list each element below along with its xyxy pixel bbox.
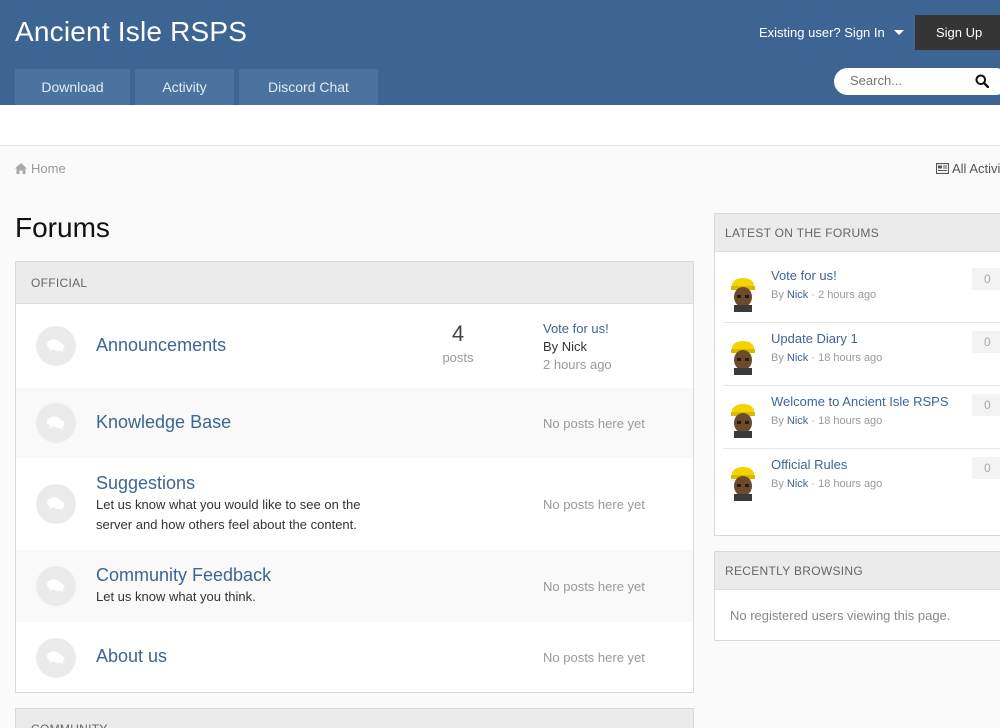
- latest-topic-item: Vote for us! By Nick · 2 hours ago 0: [723, 260, 1000, 323]
- forum-title-about-us[interactable]: About us: [96, 646, 167, 667]
- nav-tab-download[interactable]: Download: [15, 69, 130, 105]
- forum-status: No posts here yet: [543, 650, 645, 665]
- latest-topic-item: Official Rules By Nick · 18 hours ago 0: [723, 449, 1000, 512]
- latest-topic-title[interactable]: Official Rules: [771, 457, 847, 472]
- latest-topic-item: Welcome to Ancient Isle RSPS By Nick · 1…: [723, 386, 1000, 449]
- reply-count-badge: 0: [972, 268, 1000, 290]
- forum-title-community-feedback[interactable]: Community Feedback: [96, 565, 271, 586]
- latest-topic-title[interactable]: Update Diary 1: [771, 331, 858, 346]
- search-box: [834, 68, 1000, 95]
- forum-description: Let us know what you would like to see o…: [96, 497, 361, 532]
- breadcrumb-home[interactable]: Home: [31, 161, 66, 176]
- latest-topic-item: Update Diary 1 By Nick · 18 hours ago 0: [723, 323, 1000, 386]
- latest-topic-meta: By Nick · 2 hours ago: [771, 289, 876, 301]
- forum-status: No posts here yet: [543, 579, 645, 594]
- signin-link[interactable]: Existing user? Sign In: [759, 25, 904, 40]
- main-nav: Download Activity Discord Chat: [15, 69, 378, 105]
- post-count-label: posts: [442, 350, 474, 365]
- community-category-heading[interactable]: COMMUNITY: [15, 708, 694, 728]
- topic-author-link[interactable]: Nick: [787, 289, 808, 301]
- chevron-down-icon: [893, 30, 904, 35]
- post-count: 4: [451, 321, 465, 346]
- miner-avatar[interactable]: [729, 339, 757, 375]
- by-label: By: [771, 415, 784, 427]
- forum-row-community-feedback: Community Feedback Let us know what you …: [16, 550, 693, 622]
- topic-time: · 2 hours ago: [811, 289, 877, 301]
- page-title: Forums: [15, 212, 110, 243]
- miner-avatar[interactable]: [729, 276, 757, 312]
- forum-row-about-us: About us No posts here yet: [16, 622, 693, 692]
- last-post-title[interactable]: Vote for us!: [543, 321, 609, 336]
- topic-time: · 18 hours ago: [811, 478, 883, 490]
- forum-description: Let us know what you think.: [96, 589, 256, 604]
- widget-heading: RECENTLY BROWSING: [715, 552, 1000, 590]
- topic-author-link[interactable]: Nick: [787, 352, 808, 364]
- reply-count-badge: 0: [972, 457, 1000, 479]
- topic-time: · 18 hours ago: [811, 415, 883, 427]
- chat-bubbles-icon: [36, 484, 76, 524]
- search-input[interactable]: [850, 70, 970, 90]
- signup-button[interactable]: Sign Up: [915, 15, 1000, 50]
- last-post-author[interactable]: By Nick: [543, 339, 587, 354]
- latest-topic-title[interactable]: Welcome to Ancient Isle RSPS: [771, 394, 949, 409]
- topic-time: · 18 hours ago: [811, 352, 883, 364]
- chat-bubbles-icon: [36, 326, 76, 366]
- signin-label: Existing user? Sign In: [759, 25, 885, 40]
- forum-status: No posts here yet: [543, 497, 645, 512]
- latest-topic-meta: By Nick · 18 hours ago: [771, 415, 882, 427]
- site-header: Ancient Isle RSPS Existing user? Sign In…: [0, 0, 1000, 105]
- by-label: By: [771, 478, 784, 490]
- site-title[interactable]: Ancient Isle RSPS: [15, 16, 247, 48]
- by-label: By: [771, 352, 784, 364]
- chat-bubbles-icon: [36, 566, 76, 606]
- miner-avatar[interactable]: [729, 402, 757, 438]
- official-category: OFFICIAL Announcements 4 posts Vote for …: [15, 261, 694, 693]
- forum-title-knowledge-base[interactable]: Knowledge Base: [96, 412, 231, 433]
- chat-bubbles-icon: [36, 403, 76, 443]
- all-activity-label: All Activity: [952, 161, 1000, 176]
- recently-browsing-widget: RECENTLY BROWSING No registered users vi…: [714, 551, 1000, 641]
- nav-tab-discord-chat[interactable]: Discord Chat: [239, 69, 378, 105]
- home-icon: [15, 163, 27, 174]
- nav-tab-activity[interactable]: Activity: [135, 69, 234, 105]
- chat-bubbles-icon: [36, 638, 76, 678]
- forum-title-announcements[interactable]: Announcements: [96, 335, 226, 356]
- forum-row-knowledge-base: Knowledge Base No posts here yet: [16, 388, 693, 458]
- category-heading[interactable]: OFFICIAL: [16, 262, 693, 304]
- topic-author-link[interactable]: Nick: [787, 478, 808, 490]
- breadcrumb[interactable]: Home: [15, 161, 66, 176]
- forum-title-suggestions[interactable]: Suggestions: [96, 473, 195, 494]
- miner-avatar[interactable]: [729, 465, 757, 501]
- widget-heading: LATEST ON THE FORUMS: [715, 214, 1000, 252]
- latest-topic-meta: By Nick · 18 hours ago: [771, 478, 882, 490]
- forum-row-suggestions: Suggestions Let us know what you would l…: [16, 458, 693, 550]
- browsing-empty-text: No registered users viewing this page.: [730, 608, 951, 623]
- forum-row-announcements: Announcements 4 posts Vote for us! By Ni…: [16, 305, 693, 388]
- reply-count-badge: 0: [972, 394, 1000, 416]
- reply-count-badge: 0: [972, 331, 1000, 353]
- header-strip: [0, 105, 1000, 146]
- latest-topic-meta: By Nick · 18 hours ago: [771, 352, 882, 364]
- search-icon[interactable]: [975, 74, 989, 88]
- latest-topics-widget: LATEST ON THE FORUMS Vote for us! By Nic…: [714, 213, 1000, 536]
- forum-status: No posts here yet: [543, 416, 645, 431]
- topic-author-link[interactable]: Nick: [787, 415, 808, 427]
- latest-topic-title[interactable]: Vote for us!: [771, 268, 837, 283]
- all-activity-link[interactable]: All Activity: [936, 161, 1000, 176]
- by-label: By: [771, 289, 784, 301]
- newspaper-icon: [936, 163, 949, 174]
- last-post-time: 2 hours ago: [543, 357, 612, 372]
